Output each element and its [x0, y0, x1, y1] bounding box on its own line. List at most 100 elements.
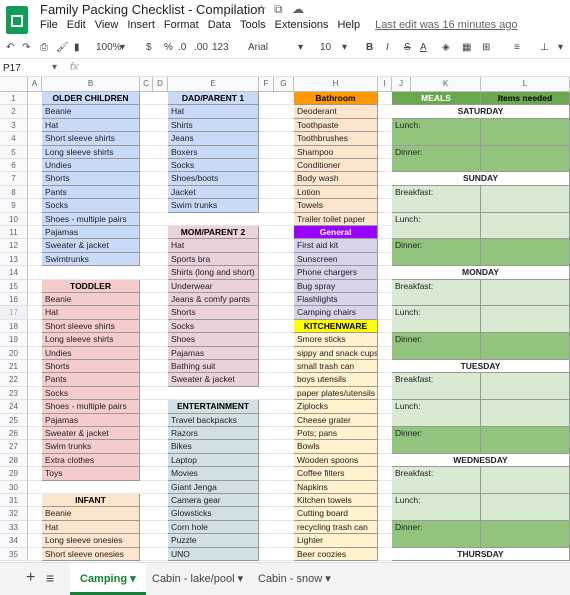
list-item[interactable]: Conditioner — [294, 159, 378, 173]
row-header-11[interactable]: 11 — [0, 226, 28, 240]
meal-slot-lunch[interactable]: Lunch: — [392, 118, 481, 146]
star-icon[interactable]: ☆ — [256, 2, 267, 16]
list-item[interactable]: First aid kit — [294, 239, 378, 253]
list-item[interactable]: Hat — [168, 239, 259, 253]
row-header-20[interactable]: 20 — [0, 346, 28, 360]
list-item[interactable]: Corn hole — [168, 520, 259, 535]
list-item[interactable]: Socks — [168, 159, 259, 173]
increase-decimal-button[interactable]: .00 — [194, 42, 208, 53]
meal-slot-dinner[interactable]: Dinner: — [392, 333, 481, 360]
list-item[interactable]: Trailer toilet paper — [294, 212, 378, 226]
document-title[interactable]: Family Packing Checklist - Compilation — [40, 2, 265, 17]
list-item[interactable]: Beer coozies — [294, 547, 378, 561]
meal-slot-breakfast[interactable]: Breakfast: — [392, 373, 481, 401]
list-item[interactable]: Hat — [42, 118, 140, 133]
more-formats-button[interactable]: 123 — [212, 42, 229, 53]
list-item[interactable]: Underwear — [168, 279, 259, 293]
list-item[interactable]: Deoderant — [294, 105, 378, 119]
list-item[interactable]: Extra clothes — [42, 453, 140, 468]
column-header-k[interactable]: K — [411, 77, 481, 92]
row-header-15[interactable]: 15 — [0, 279, 28, 293]
list-item[interactable]: Razors — [168, 427, 259, 441]
strikethrough-button[interactable]: S — [404, 42, 411, 53]
items-needed-cell[interactable] — [481, 145, 570, 173]
list-item[interactable]: Bowls — [294, 440, 378, 454]
list-item[interactable]: Bug spray — [294, 279, 378, 293]
zoom-dropdown-icon[interactable]: ▾ — [120, 42, 125, 53]
items-needed-cell[interactable] — [481, 185, 570, 213]
list-item[interactable]: Hat — [42, 306, 140, 320]
items-needed-cell[interactable] — [481, 279, 570, 307]
name-box-dropdown-icon[interactable]: ▾ — [52, 62, 57, 73]
row-header-26[interactable]: 26 — [0, 427, 28, 441]
row-header-7[interactable]: 7 — [0, 172, 28, 186]
list-item[interactable]: Towels — [294, 199, 378, 213]
list-item[interactable]: Short sleeve shirts — [42, 319, 140, 334]
row-header-31[interactable]: 31 — [0, 494, 28, 508]
row-header-14[interactable]: 14 — [0, 266, 28, 280]
list-item[interactable]: Socks — [42, 199, 140, 213]
list-item[interactable]: Bathing suit — [168, 360, 259, 374]
folder-move-icon[interactable]: ⧉ — [274, 2, 283, 17]
list-item[interactable]: Boxers — [168, 145, 259, 159]
list-item[interactable]: Smore sticks — [294, 333, 378, 347]
currency-button[interactable]: $ — [146, 42, 152, 53]
list-item[interactable]: Long sleeve shirts — [42, 333, 140, 347]
list-item[interactable]: Pajamas — [42, 413, 140, 427]
meal-slot-dinner[interactable]: Dinner: — [392, 520, 481, 548]
row-header-1[interactable]: 1 — [0, 92, 28, 106]
column-header-l[interactable]: L — [481, 77, 570, 92]
column-header-f[interactable]: F — [259, 77, 274, 92]
list-item[interactable]: Shoes — [168, 333, 259, 347]
list-item[interactable]: Pants — [42, 185, 140, 200]
all-sheets-icon[interactable]: ≡ — [46, 570, 54, 586]
row-header-30[interactable]: 30 — [0, 480, 28, 494]
column-header-e[interactable]: E — [168, 77, 259, 92]
font-dropdown-icon[interactable]: ▾ — [298, 42, 303, 53]
list-item[interactable]: Beanie — [42, 293, 140, 307]
items-needed-cell[interactable] — [481, 239, 570, 267]
zoom-select[interactable]: 100% — [96, 42, 122, 53]
row-header-6[interactable]: 6 — [0, 159, 28, 173]
list-item[interactable]: Napkins — [294, 480, 378, 494]
list-item[interactable]: Shorts — [42, 172, 140, 186]
tab-cabin-lake-pool[interactable]: Cabin - lake/pool ▾ — [142, 563, 253, 595]
row-header-18[interactable]: 18 — [0, 319, 28, 334]
list-item[interactable]: Toothbrushes — [294, 132, 378, 146]
list-item[interactable]: Swim trunks — [42, 440, 140, 454]
list-item[interactable]: Sweater & jacket — [42, 427, 140, 441]
row-header-23[interactable]: 23 — [0, 386, 28, 401]
print-icon[interactable]: ⎙ — [40, 42, 48, 53]
row-header-5[interactable]: 5 — [0, 145, 28, 159]
list-item[interactable]: Socks — [168, 319, 259, 334]
menu-edit[interactable]: Edit — [67, 19, 86, 33]
column-header-d[interactable]: D — [153, 77, 168, 92]
list-item[interactable]: Long sleeve onesies — [42, 534, 140, 548]
row-header-22[interactable]: 22 — [0, 373, 28, 387]
column-header-i[interactable]: I — [378, 77, 392, 92]
list-item[interactable]: Shirts (long and short) — [168, 266, 259, 280]
borders-icon[interactable]: ▦ — [462, 42, 471, 53]
sheets-logo-icon[interactable] — [6, 6, 28, 34]
menu-file[interactable]: File — [40, 19, 58, 33]
list-item[interactable]: Shirts — [168, 118, 259, 133]
column-header-b[interactable]: B — [42, 77, 140, 92]
list-item[interactable]: Camping chairs — [294, 306, 378, 320]
meal-slot-dinner[interactable]: Dinner: — [392, 145, 481, 173]
list-item[interactable]: Shampoo — [294, 145, 378, 159]
select-all-corner[interactable] — [0, 77, 28, 92]
list-item[interactable]: Sweater & jacket — [42, 239, 140, 253]
list-item[interactable]: Pajamas — [42, 226, 140, 240]
list-item[interactable]: UNO — [168, 547, 259, 561]
row-header-4[interactable]: 4 — [0, 132, 28, 146]
list-item[interactable]: Shoes - multiple pairs — [42, 212, 140, 226]
paint-format-icon[interactable]: 🖌 — [56, 42, 69, 53]
meal-slot-lunch[interactable]: Lunch: — [392, 400, 481, 427]
items-needed-cell[interactable] — [481, 520, 570, 548]
list-item[interactable]: Socks — [42, 386, 140, 401]
list-item[interactable]: Short sleeve shirts — [42, 132, 140, 146]
items-needed-cell[interactable] — [481, 494, 570, 521]
list-item[interactable]: Coffee filters — [294, 467, 378, 481]
row-header-10[interactable]: 10 — [0, 212, 28, 226]
font-size-select[interactable]: 10 — [320, 42, 331, 53]
